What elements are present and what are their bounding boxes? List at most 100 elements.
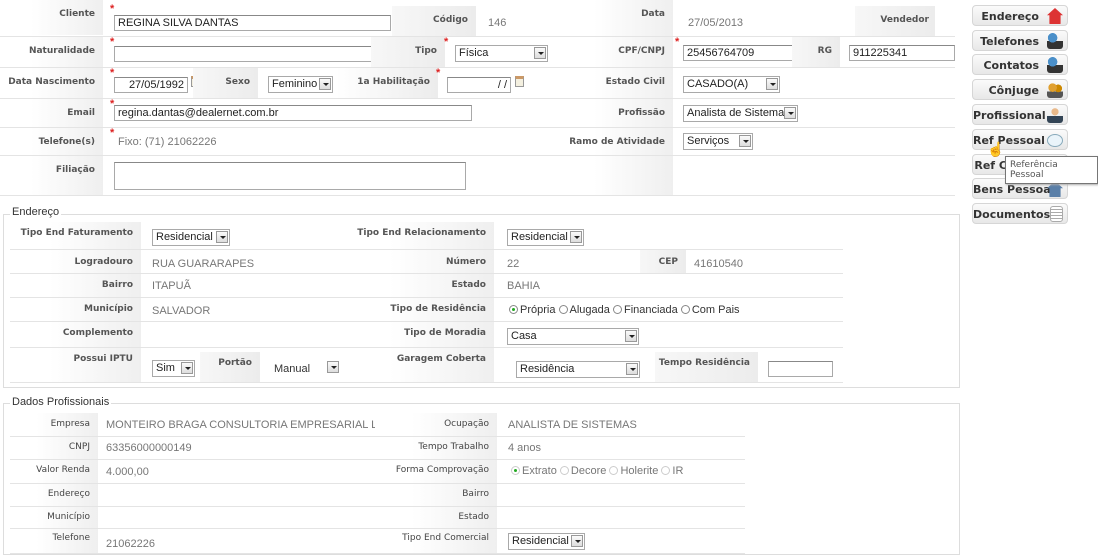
ocupacao-label: Ocupação — [375, 413, 497, 436]
radio-label: Própria — [520, 304, 556, 316]
radio-holerite[interactable]: Holerite — [609, 465, 658, 477]
tempo-res-input[interactable] — [768, 361, 833, 377]
ramo-label: Ramo de Atividade — [560, 128, 673, 155]
tipo-com-select[interactable]: Residencial — [508, 533, 585, 550]
chevron-down-icon — [571, 535, 583, 547]
naturalidade-input[interactable] — [114, 46, 391, 62]
radio-ir[interactable]: IR — [661, 465, 683, 477]
radio-icon — [680, 305, 690, 314]
radio-financiada[interactable]: Financiada — [612, 304, 678, 316]
required-icon: * — [675, 36, 680, 48]
complemento-label: Complemento — [10, 322, 141, 347]
comprovacao-label: Forma Comprovação — [375, 460, 497, 483]
radio-extrato[interactable]: Extrato — [511, 465, 557, 477]
municipio-label: Município — [10, 298, 141, 321]
telefone-prof-label: Telefone — [10, 529, 98, 553]
required-icon: * — [110, 127, 115, 139]
estado-civil-select[interactable]: CASADO(A) — [683, 76, 780, 93]
blank-label — [560, 156, 673, 195]
telephone-icon — [1047, 33, 1063, 49]
tipo-label: Tipo — [371, 37, 445, 67]
radio-label: Extrato — [522, 465, 557, 477]
garagem-value: Residência — [520, 363, 575, 375]
numero-label: Número — [345, 250, 494, 273]
required-icon: * — [110, 3, 115, 15]
data-nascimento-label: Data Nascimento — [0, 68, 103, 98]
tipo-fat-select[interactable]: Residencial — [152, 229, 230, 246]
tipo-fat-value: Residencial — [156, 231, 213, 243]
renda-label: Valor Renda — [10, 460, 98, 483]
iptu-label: Possui IPTU — [10, 348, 141, 382]
radio-label: IR — [672, 465, 684, 477]
rg-input[interactable]: 911225341 — [849, 45, 955, 61]
radio-icon — [612, 305, 622, 314]
endereco-legend: Endereço — [10, 206, 62, 218]
estado-civil-value: CASADO(A) — [687, 78, 749, 90]
tipo-select[interactable]: Física — [455, 45, 548, 62]
tipo-rel-select[interactable]: Residencial — [507, 229, 584, 246]
radio-alugada[interactable]: Alugada — [558, 304, 610, 316]
portao-label: Portão — [200, 352, 260, 382]
moradia-select[interactable]: Casa — [507, 328, 639, 345]
button-label: Documentos — [973, 208, 1051, 221]
email-label: Email — [0, 99, 103, 127]
bairro-prof-label: Bairro — [375, 484, 497, 506]
conjuge-button[interactable]: Cônjuge — [972, 79, 1068, 100]
cliente-input[interactable]: REGINA SILVA DANTAS — [114, 15, 391, 31]
button-label: Ref Pessoal — [973, 134, 1045, 147]
data-label: Data — [560, 0, 673, 36]
contatos-button[interactable]: Contatos — [972, 54, 1068, 75]
profissional-button[interactable]: Profissional — [972, 104, 1068, 125]
tipo-com-value: Residencial — [512, 535, 569, 547]
chevron-down-icon — [625, 330, 637, 342]
button-label: Telefones — [980, 35, 1039, 48]
tempo-trabalho-label: Tempo Trabalho — [375, 437, 497, 459]
email-input[interactable]: regina.dantas@dealernet.com.br — [114, 105, 472, 121]
cep-label: CEP — [640, 250, 686, 273]
divider — [10, 382, 843, 383]
chevron-down-icon — [570, 231, 582, 243]
cpf-label: CPF/CNPJ — [560, 37, 673, 67]
radio-icon — [609, 466, 619, 475]
calendar-icon[interactable] — [515, 76, 524, 87]
cep-value: 41610540 — [694, 258, 743, 270]
codigo-value: 146 — [488, 17, 507, 29]
empresa-label: Empresa — [10, 413, 98, 436]
telefones-button[interactable]: Telefones — [972, 30, 1068, 51]
tooltip: Referência Pessoal — [1005, 156, 1098, 184]
garagem-select[interactable]: Residência — [516, 361, 640, 378]
radio-label: Holerite — [620, 465, 659, 477]
documentos-button[interactable]: Documentos — [972, 203, 1068, 224]
numero-value: 22 — [507, 258, 520, 270]
iptu-select[interactable]: Sim — [152, 360, 195, 377]
habilitacao-input[interactable]: / / — [447, 77, 511, 93]
data-nascimento-input[interactable]: 27/05/1992 — [114, 77, 188, 93]
radio-decore[interactable]: Decore — [559, 465, 606, 477]
radio-icon — [559, 466, 569, 475]
divider — [0, 67, 955, 68]
ocupacao-value: ANALISTA DE SISTEMAS — [508, 419, 637, 431]
profissao-label: Profissão — [560, 99, 673, 127]
portao-dropdown-icon[interactable] — [327, 361, 339, 373]
tipo-res-radio-group: Própria Alugada Financiada Com Pais — [509, 304, 740, 316]
cpf-input[interactable]: 25456764709 — [683, 45, 793, 61]
filiacao-label: Filiação — [0, 156, 103, 195]
tipo-res-label: Tipo de Residência — [345, 298, 494, 321]
portao-value[interactable]: Manual — [274, 363, 310, 375]
ramo-select[interactable]: Serviços — [683, 133, 753, 150]
naturalidade-label: Naturalidade — [0, 37, 103, 67]
radio-propria[interactable]: Própria — [509, 304, 555, 316]
filiacao-textarea[interactable] — [114, 162, 466, 190]
logradouro-label: Logradouro — [10, 250, 141, 273]
tipo-rel-value: Residencial — [511, 231, 568, 243]
divider — [0, 155, 955, 156]
profissao-select[interactable]: Analista de Sistema — [683, 105, 798, 122]
button-label: Endereço — [981, 10, 1039, 23]
chat-bubbles-icon — [1047, 134, 1063, 147]
profissionais-legend: Dados Profissionais — [10, 396, 112, 408]
endereco-button[interactable]: Endereço — [972, 5, 1068, 26]
cnpj-label: CNPJ — [10, 437, 98, 459]
chevron-down-icon — [216, 231, 228, 243]
sexo-select[interactable]: Feminino — [268, 76, 333, 93]
radio-com-pais[interactable]: Com Pais — [680, 304, 740, 316]
